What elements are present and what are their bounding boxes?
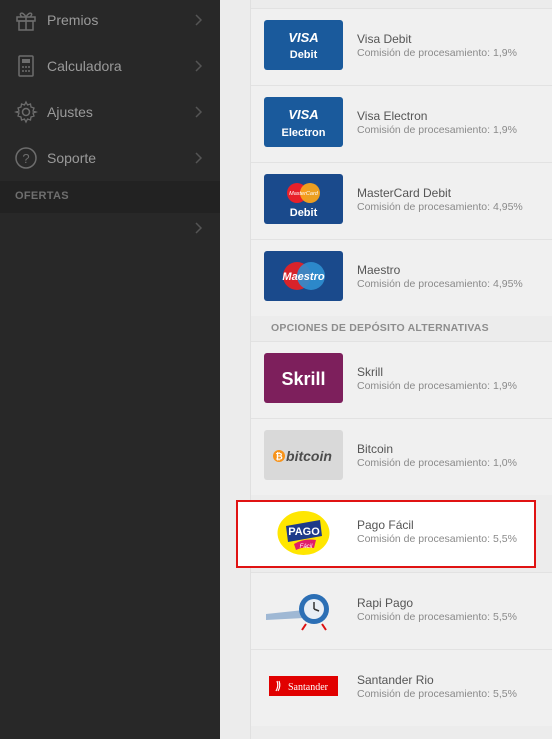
method-name: Pago Fácil [357, 518, 414, 532]
method-name: Skrill [357, 365, 383, 379]
svg-text:Santander: Santander [288, 682, 329, 693]
sidebar-item-label: Premios [47, 12, 99, 28]
rapi-pago-logo [264, 584, 343, 634]
bitcoin-logo: ₿ bitcoin [264, 430, 343, 480]
deposit-method-visa-debit[interactable]: VISA Debit Visa Debit Comisión de proces… [251, 8, 552, 85]
method-fee: Comisión de procesamiento: 1,9% [357, 124, 517, 136]
svg-text:Debit: Debit [290, 207, 318, 219]
visa-electron-logo: VISA Electron [264, 97, 343, 147]
calculator-icon [18, 55, 34, 77]
santander-logo: Santander [264, 661, 343, 711]
svg-text:₿: ₿ [275, 452, 282, 462]
method-name: Maestro [357, 263, 401, 277]
method-fee: Comisión de procesamiento: 1,0% [357, 457, 517, 469]
chevron-right-icon [195, 14, 203, 26]
visa-debit-logo: VISA Debit [264, 20, 343, 70]
sidebar-item-premios[interactable]: Premios [0, 0, 220, 42]
method-fee: Comisión de procesamiento: 4,95% [357, 278, 523, 290]
method-fee: Comisión de procesamiento: 4,95% [357, 201, 523, 213]
sidebar-item-label: Calculadora [47, 58, 122, 74]
sidebar-item-label: Soporte [47, 150, 97, 166]
svg-text:Electron: Electron [281, 127, 325, 139]
svg-text:MasterCard: MasterCard [289, 191, 319, 197]
svg-text:?: ? [22, 151, 29, 166]
sidebar-item-soporte[interactable]: ? Soporte [0, 136, 220, 180]
deposit-method-pago-facil[interactable]: PAGO Fácil Pago Fácil Comisión de proces… [251, 495, 552, 571]
deposit-method-visa-electron[interactable]: VISA Electron Visa Electron Comisión de … [251, 85, 552, 162]
help-icon: ? [15, 147, 37, 169]
svg-text:Skrill: Skrill [281, 369, 325, 389]
method-fee: Comisión de procesamiento: 5,5% [357, 533, 517, 545]
sidebar-item-label: Ajustes [47, 104, 93, 120]
sidebar-item-ajustes[interactable]: Ajustes [0, 90, 220, 134]
pago-facil-logo: PAGO Fácil [264, 506, 343, 556]
method-name: Santander Rio [357, 673, 434, 687]
deposit-method-maestro[interactable]: Maestro Maestro Comisión de procesamient… [251, 239, 552, 316]
svg-text:VISA: VISA [288, 107, 318, 122]
method-name: MasterCard Debit [357, 186, 452, 200]
method-name: Visa Electron [357, 109, 428, 123]
method-fee: Comisión de procesamiento: 1,9% [357, 47, 517, 59]
sidebar-item-calculadora[interactable]: Calculadora [0, 44, 220, 88]
svg-text:Fácil: Fácil [300, 544, 313, 550]
maestro-logo: Maestro [264, 251, 343, 301]
deposit-method-santander-rio[interactable]: Santander Santander Rio Comisión de proc… [251, 649, 552, 726]
section-title: OFERTAS [15, 190, 69, 202]
method-fee: Comisión de procesamiento: 5,5% [357, 688, 517, 700]
chevron-right-icon [195, 60, 203, 72]
deposit-method-mastercard-debit[interactable]: MasterCard Debit MasterCard Debit Comisi… [251, 162, 552, 239]
mastercard-debit-logo: MasterCard Debit [264, 174, 343, 224]
method-name: Rapi Pago [357, 596, 414, 610]
method-fee: Comisión de procesamiento: 5,5% [357, 611, 517, 623]
svg-text:VISA: VISA [288, 30, 318, 45]
gift-icon [16, 12, 36, 31]
sidebar-item-ofertas-expand[interactable] [0, 206, 220, 250]
svg-text:Debit: Debit [290, 49, 318, 61]
method-name: Bitcoin [357, 442, 394, 456]
method-name: Visa Debit [357, 32, 412, 46]
chevron-right-icon [195, 106, 203, 118]
deposit-method-bitcoin[interactable]: ₿ bitcoin Bitcoin Comisión de procesamie… [251, 418, 552, 495]
skrill-logo: Skrill [264, 353, 343, 403]
gear-icon [14, 100, 38, 124]
svg-text:bitcoin: bitcoin [286, 448, 332, 464]
chevron-right-icon [195, 222, 203, 234]
deposit-method-rapi-pago[interactable]: Rapi Pago Comisión de procesamiento: 5,5… [251, 572, 552, 649]
alt-options-header: OPCIONES DE DEPÓSITO ALTERNATIVAS [271, 322, 489, 334]
sidebar: Premios Calculadora Ajustes ? Soporte OF… [0, 0, 220, 739]
chevron-right-icon [195, 152, 203, 164]
method-fee: Comisión de procesamiento: 1,9% [357, 380, 517, 392]
svg-text:PAGO: PAGO [288, 526, 320, 538]
svg-text:Maestro: Maestro [282, 271, 324, 283]
deposit-method-skrill[interactable]: Skrill Skrill Comisión de procesamiento:… [251, 341, 552, 418]
